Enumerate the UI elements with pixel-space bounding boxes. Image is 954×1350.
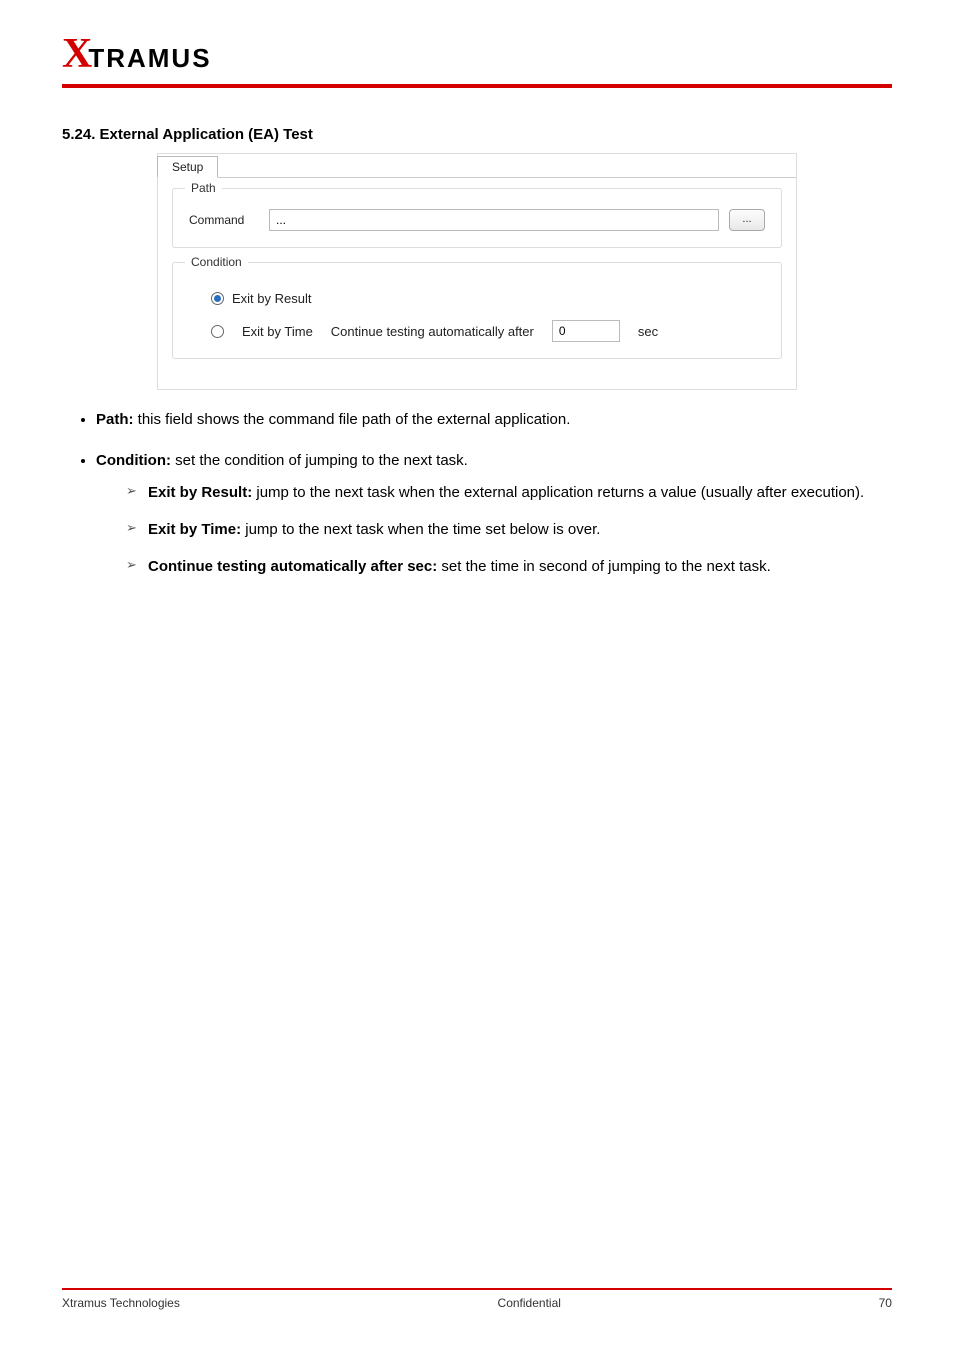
- browse-button[interactable]: ...: [729, 209, 765, 231]
- arrow-continue: Continue testing automatically after sec…: [126, 555, 892, 578]
- sec-label: sec: [638, 324, 658, 339]
- arrow-exit-by-result-text: jump to the next task when the external …: [252, 484, 864, 501]
- footer-right: 70: [879, 1296, 892, 1310]
- radio-exit-by-result-label: Exit by Result: [232, 291, 311, 306]
- logo-x: X: [62, 30, 91, 78]
- continue-label: Continue testing automatically after: [331, 324, 534, 339]
- arrow-exit-by-time-label: Exit by Time:: [148, 521, 241, 538]
- arrow-exit-by-time: Exit by Time: jump to the next task when…: [126, 518, 892, 541]
- group-path-title: Path: [185, 181, 222, 195]
- tab-setup[interactable]: Setup: [157, 156, 218, 178]
- arrow-exit-by-result: Exit by Result: jump to the next task wh…: [126, 481, 892, 504]
- page-footer: Xtramus Technologies Confidential 70: [62, 1288, 892, 1310]
- tab-bar: Setup: [158, 154, 796, 178]
- footer-mid: Confidential: [498, 1296, 561, 1310]
- radio-exit-by-time-row[interactable]: Exit by Time Continue testing automatica…: [211, 320, 765, 342]
- bullet-condition: Condition: set the condition of jumping …: [96, 449, 892, 578]
- group-condition-title: Condition: [185, 255, 248, 269]
- logo: X TRAMUS: [62, 30, 892, 78]
- bullet-condition-label: Condition:: [96, 452, 171, 469]
- section-title: 5.24. External Application (EA) Test: [62, 126, 892, 143]
- bullet-list: Path: this field shows the command file …: [96, 408, 892, 578]
- radio-exit-by-time[interactable]: [211, 325, 224, 338]
- logo-rest: TRAMUS: [88, 43, 211, 74]
- bullet-path: Path: this field shows the command file …: [96, 408, 892, 431]
- arrow-continue-text: set the time in second of jumping to the…: [437, 558, 771, 575]
- group-path: Path Command ...: [172, 188, 782, 248]
- radio-exit-by-result-row[interactable]: Exit by Result: [211, 291, 765, 306]
- arrow-exit-by-result-label: Exit by Result:: [148, 484, 252, 501]
- group-condition: Condition Exit by Result Exit by Time Co…: [172, 262, 782, 359]
- arrow-exit-by-time-text: jump to the next task when the time set …: [241, 521, 600, 538]
- arrow-continue-label: Continue testing automatically after sec…: [148, 558, 437, 575]
- footer-left: Xtramus Technologies: [62, 1296, 180, 1310]
- footer-divider: [62, 1288, 892, 1290]
- arrow-list: Exit by Result: jump to the next task wh…: [126, 481, 892, 579]
- radio-exit-by-time-label: Exit by Time: [242, 324, 313, 339]
- bullet-condition-text: set the condition of jumping to the next…: [171, 452, 468, 469]
- time-input[interactable]: [552, 320, 620, 342]
- bullet-path-text: this field shows the command file path o…: [134, 411, 571, 428]
- page-header: X TRAMUS: [62, 0, 892, 88]
- bullet-path-label: Path:: [96, 411, 134, 428]
- ui-screenshot: Setup Path Command ... Condition Exit by…: [157, 153, 797, 390]
- command-label: Command: [189, 213, 259, 227]
- command-input[interactable]: [269, 209, 719, 231]
- radio-exit-by-result[interactable]: [211, 292, 224, 305]
